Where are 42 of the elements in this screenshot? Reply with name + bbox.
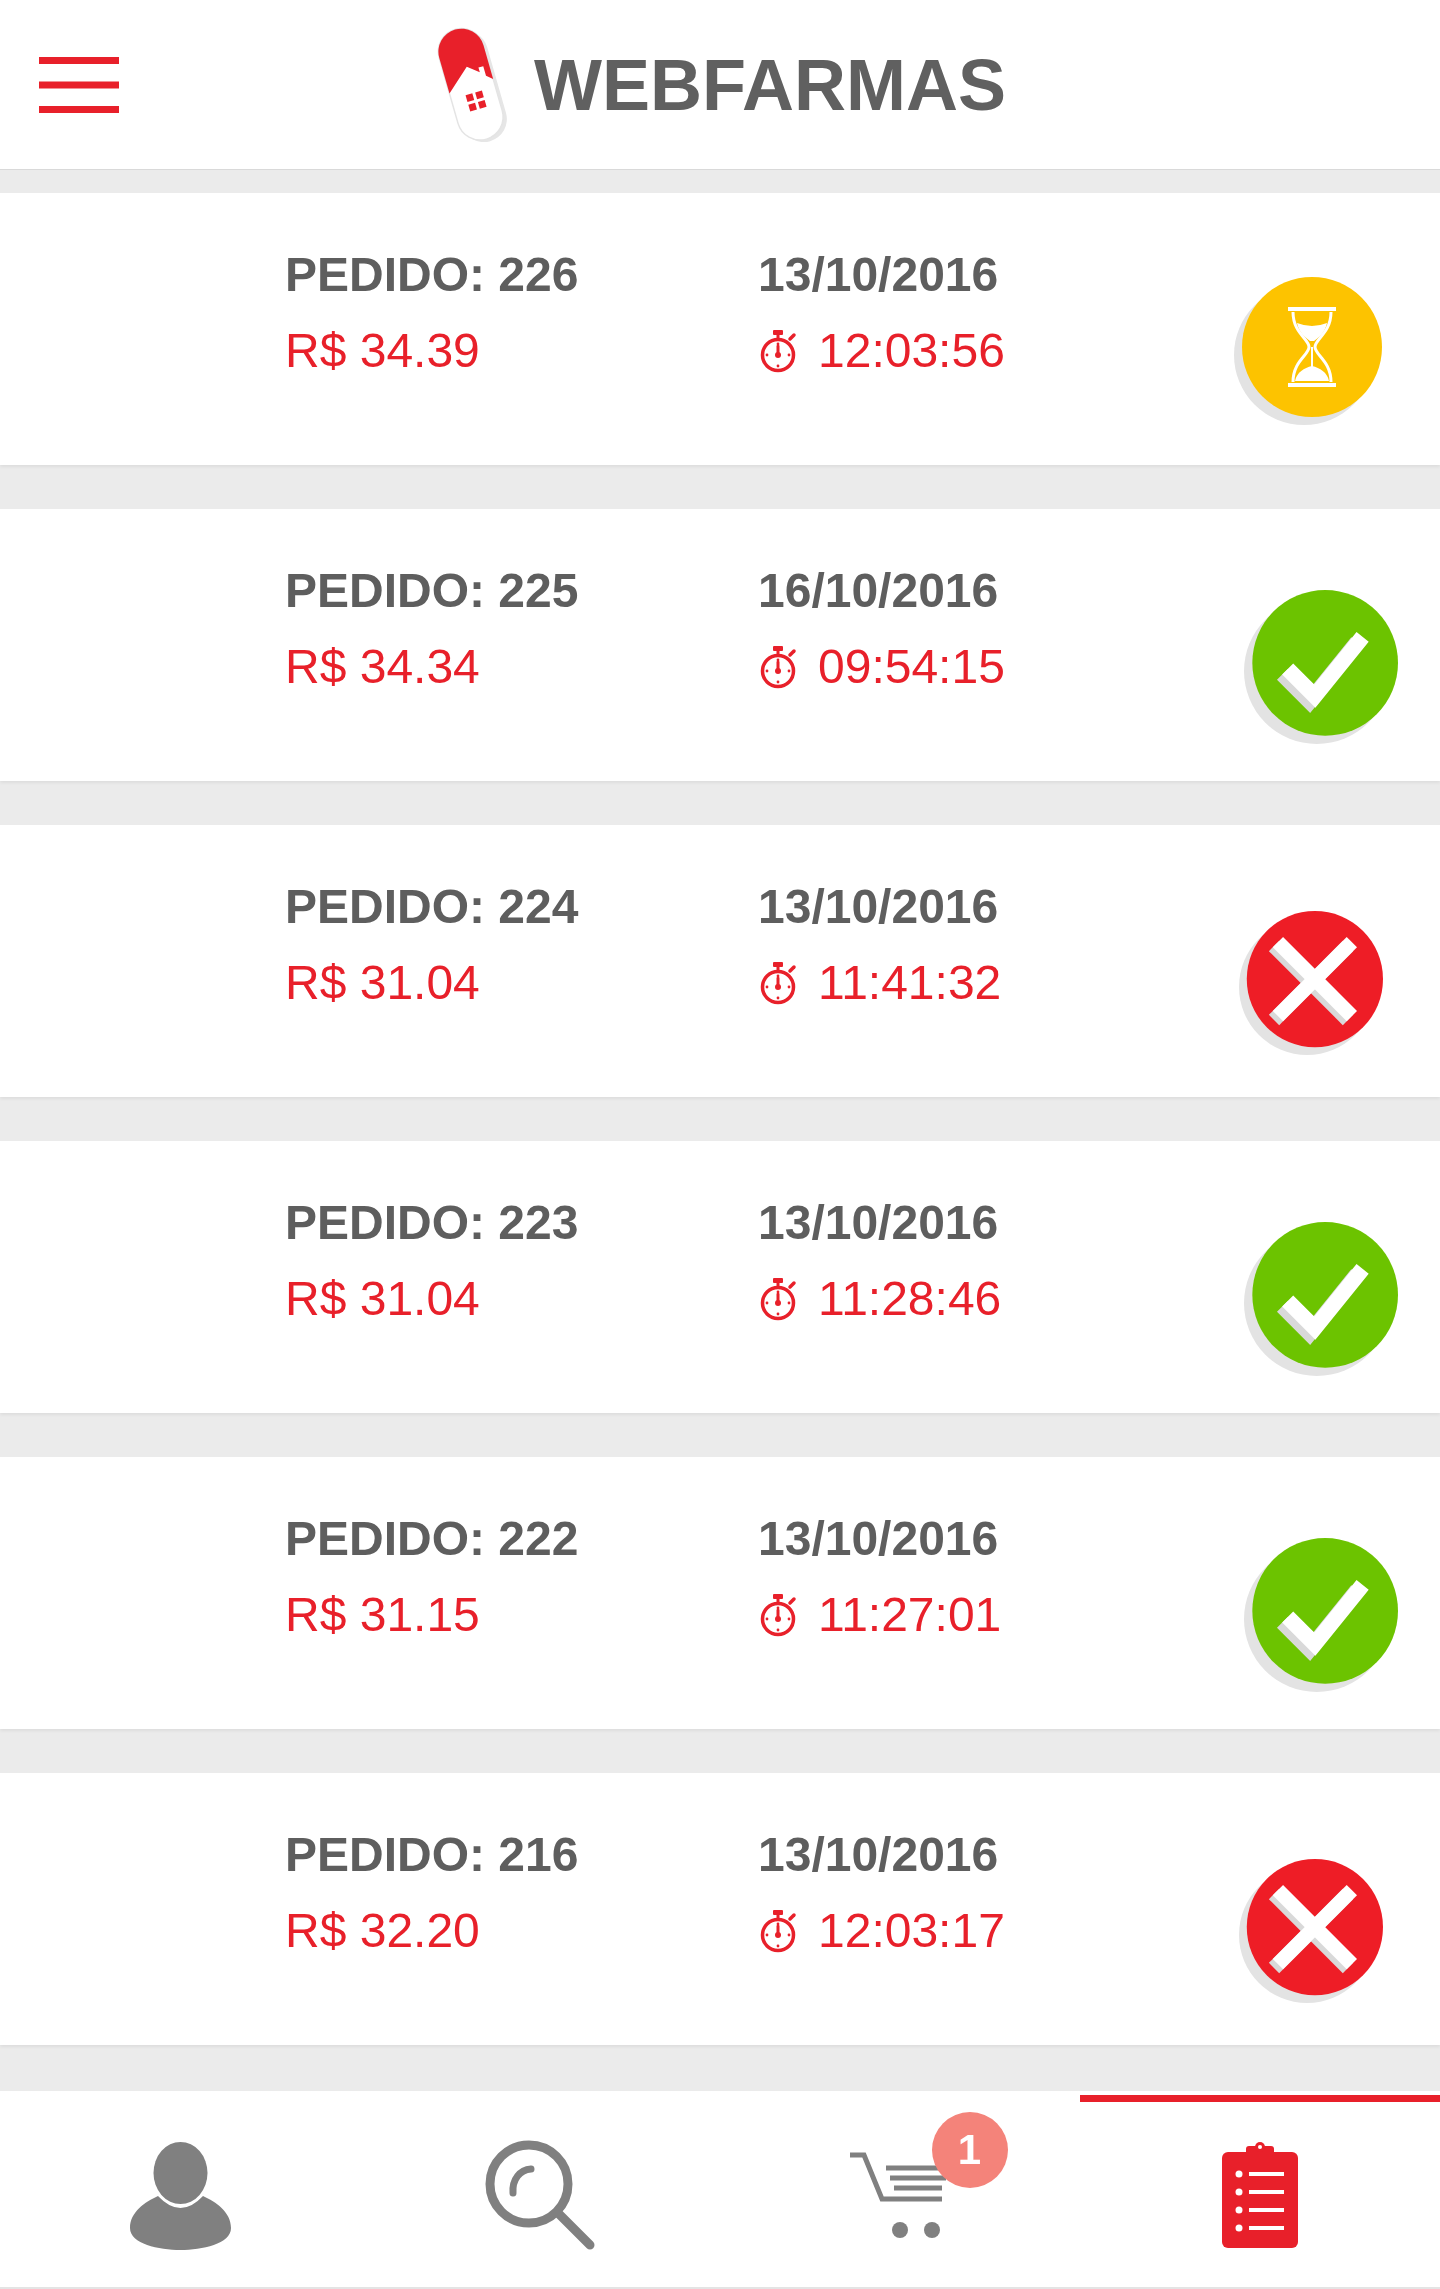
app-title: WEBFARMAS xyxy=(534,48,1006,121)
order-date: 13/10/2016 xyxy=(758,1827,999,1883)
order-card[interactable]: PEDIDO: 222 R$ 31.15 13/10/2016 11:27:01 xyxy=(0,1457,1440,1729)
stopwatch-icon xyxy=(758,1909,798,1953)
clipboard-list-icon xyxy=(1222,2141,1298,2248)
order-number: PEDIDO: 223 xyxy=(285,1195,579,1251)
order-date: 13/10/2016 xyxy=(758,879,999,935)
order-time: 12:03:17 xyxy=(818,1903,1005,1959)
order-card[interactable]: PEDIDO: 224 R$ 31.04 13/10/2016 11:41:32 xyxy=(0,825,1440,1097)
order-date: 13/10/2016 xyxy=(758,247,999,303)
order-number: PEDIDO: 216 xyxy=(285,1827,579,1883)
order-number: PEDIDO: 226 xyxy=(285,247,579,303)
order-number: PEDIDO: 222 xyxy=(285,1511,579,1567)
order-date: 16/10/2016 xyxy=(758,563,999,619)
order-card[interactable]: PEDIDO: 216 R$ 32.20 13/10/2016 12:03:17 xyxy=(0,1773,1440,2045)
order-price: R$ 31.04 xyxy=(285,1271,480,1327)
order-card[interactable]: PEDIDO: 223 R$ 31.04 13/10/2016 11:28:46 xyxy=(0,1141,1440,1413)
order-time: 11:28:46 xyxy=(818,1271,1002,1327)
order-price: R$ 31.15 xyxy=(285,1587,480,1643)
order-number: PEDIDO: 224 xyxy=(285,879,579,935)
order-price: R$ 31.04 xyxy=(285,955,480,1011)
order-time: 12:03:56 xyxy=(818,323,1005,379)
order-price: R$ 32.20 xyxy=(285,1903,480,1959)
order-card[interactable]: PEDIDO: 225 R$ 34.34 16/10/2016 09:54:15 xyxy=(0,509,1440,781)
person-icon xyxy=(129,2139,231,2250)
stopwatch-icon xyxy=(758,1277,798,1321)
order-price: R$ 34.39 xyxy=(285,323,480,379)
order-time: 09:54:15 xyxy=(818,639,1005,695)
stopwatch-icon xyxy=(758,1593,798,1637)
stopwatch-icon xyxy=(758,961,798,1005)
stopwatch-icon xyxy=(758,329,798,373)
order-date: 13/10/2016 xyxy=(758,1195,999,1251)
order-card[interactable]: PEDIDO: 226 R$ 34.39 13/10/2016 12:03:56 xyxy=(0,193,1440,465)
search-icon xyxy=(484,2138,596,2251)
order-price: R$ 34.34 xyxy=(285,639,480,695)
order-date: 13/10/2016 xyxy=(758,1511,999,1567)
order-time: 11:27:01 xyxy=(818,1587,1002,1643)
order-time: 11:41:32 xyxy=(818,955,1002,1011)
menu-icon[interactable] xyxy=(39,56,119,113)
count-badge: 1 xyxy=(931,2111,1008,2188)
stopwatch-icon xyxy=(758,645,798,689)
order-number: PEDIDO: 225 xyxy=(285,563,579,619)
